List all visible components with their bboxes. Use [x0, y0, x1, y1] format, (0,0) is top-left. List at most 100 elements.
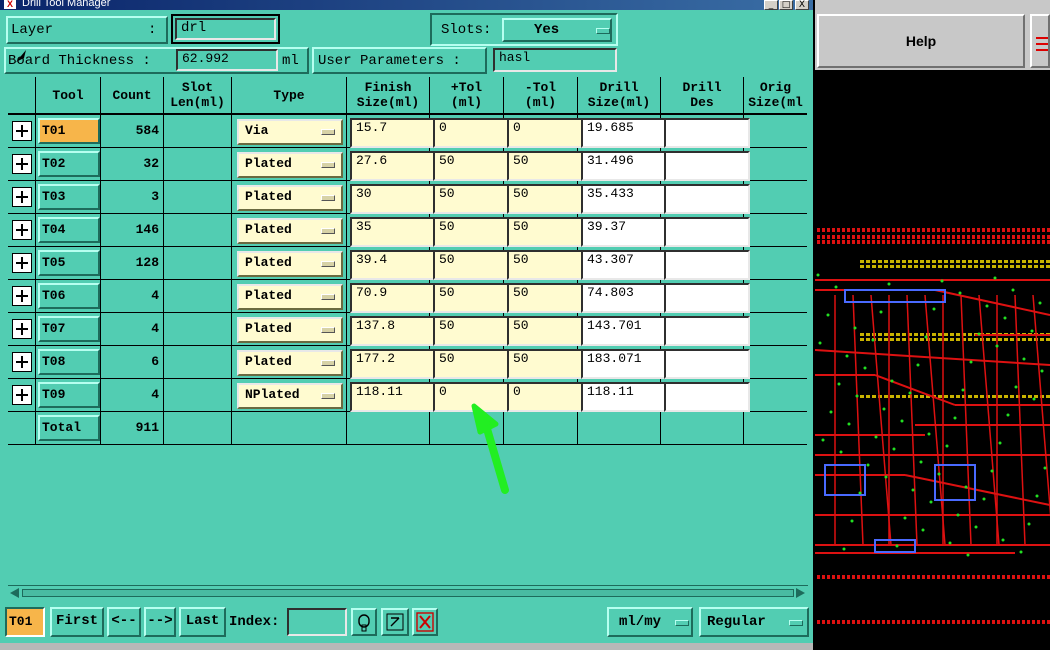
column-header[interactable]: Slot Len(ml) [164, 77, 231, 113]
drill-size-input[interactable]: 183.071 [581, 349, 666, 379]
drill-size-input[interactable]: 19.685 [581, 118, 666, 148]
horizontal-scrollbar[interactable] [8, 585, 808, 599]
expand-row-icon[interactable] [12, 121, 32, 141]
drill-des-input[interactable] [664, 184, 750, 214]
next-button[interactable]: --> [144, 607, 176, 637]
tool-button-t02[interactable]: T02 [38, 151, 100, 177]
layer-input[interactable]: drl [175, 18, 276, 40]
lock-button[interactable] [351, 608, 377, 636]
drill-des-input[interactable] [664, 283, 750, 313]
tool-button-t04[interactable]: T04 [38, 217, 100, 243]
plus-tol-input[interactable]: 0 [433, 118, 509, 148]
minus-tol-input[interactable]: 50 [507, 283, 583, 313]
first-button[interactable]: First [50, 607, 104, 637]
tool-type-dropdown[interactable]: Plated [237, 185, 343, 211]
expand-row-icon[interactable] [12, 253, 32, 273]
drill-des-input[interactable] [664, 349, 750, 379]
tool-type-dropdown[interactable]: Plated [237, 317, 343, 343]
tool-type-dropdown[interactable]: Via [237, 119, 343, 145]
column-header[interactable]: Tool [36, 77, 100, 113]
tool-button-t08[interactable]: T08 [38, 349, 100, 375]
finish-size-input[interactable]: 35 [350, 217, 436, 247]
scroll-right-icon[interactable] [796, 588, 805, 598]
plus-tol-input[interactable]: 50 [433, 283, 509, 313]
drill-des-input[interactable] [664, 118, 750, 148]
tool-button-t06[interactable]: T06 [38, 283, 100, 309]
drill-size-input[interactable]: 39.37 [581, 217, 666, 247]
finish-size-input[interactable]: 27.6 [350, 151, 436, 181]
tool-button-t05[interactable]: T05 [38, 250, 100, 276]
drill-des-input[interactable] [664, 316, 750, 346]
plus-tol-input[interactable]: 50 [433, 184, 509, 214]
finish-size-input[interactable]: 177.2 [350, 349, 436, 379]
close-button[interactable]: X [795, 0, 809, 10]
tool-button-t01[interactable]: T01 [38, 118, 100, 144]
expand-row-icon[interactable] [12, 385, 32, 405]
drill-size-input[interactable]: 143.701 [581, 316, 666, 346]
finish-size-input[interactable]: 39.4 [350, 250, 436, 280]
drill-size-input[interactable]: 74.803 [581, 283, 666, 313]
slots-dropdown[interactable]: Yes [502, 18, 612, 42]
board-thickness-input[interactable]: 62.992 [176, 49, 278, 71]
column-header[interactable]: Count [101, 77, 163, 113]
tool-type-dropdown[interactable]: NPlated [237, 383, 343, 409]
drill-des-input[interactable] [664, 250, 750, 280]
delete-button[interactable] [412, 608, 438, 636]
expand-row-icon[interactable] [12, 319, 32, 339]
expand-row-icon[interactable] [12, 352, 32, 372]
drill-des-input[interactable] [664, 217, 750, 247]
tool-type-dropdown[interactable]: Plated [237, 350, 343, 376]
plus-tol-input[interactable]: 50 [433, 349, 509, 379]
tool-button-t03[interactable]: T03 [38, 184, 100, 210]
tool-button-t07[interactable]: T07 [38, 316, 100, 342]
finish-size-input[interactable]: 70.9 [350, 283, 436, 313]
column-header[interactable]: Drill Des [661, 77, 743, 113]
drill-des-input[interactable] [664, 382, 750, 412]
finish-size-input[interactable]: 137.8 [350, 316, 436, 346]
menu-button[interactable] [1030, 14, 1050, 68]
tool-type-dropdown[interactable]: Plated [237, 251, 343, 277]
refresh-button[interactable] [381, 608, 409, 636]
layer-button[interactable]: Layer : [6, 16, 168, 44]
drill-size-input[interactable]: 118.11 [581, 382, 666, 412]
minus-tol-input[interactable]: 50 [507, 250, 583, 280]
maximize-button[interactable]: □ [779, 0, 793, 10]
index-input[interactable] [287, 608, 347, 636]
minus-tol-input[interactable]: 50 [507, 349, 583, 379]
previous-button[interactable]: <-- [107, 607, 141, 637]
drill-size-input[interactable]: 31.496 [581, 151, 666, 181]
expand-row-icon[interactable] [12, 286, 32, 306]
column-header[interactable]: -Tol (ml) [504, 77, 577, 113]
column-header[interactable]: Finish Size(ml) [347, 77, 429, 113]
finish-size-input[interactable]: 15.7 [350, 118, 436, 148]
tool-type-dropdown[interactable]: Plated [237, 152, 343, 178]
pcb-view-canvas[interactable] [815, 75, 1050, 650]
drill-size-input[interactable]: 35.433 [581, 184, 666, 214]
minimize-button[interactable]: _ [764, 0, 778, 10]
plus-tol-input[interactable]: 50 [433, 250, 509, 280]
tool-type-dropdown[interactable]: Plated [237, 284, 343, 310]
expand-row-icon[interactable] [12, 220, 32, 240]
finish-size-input[interactable]: 30 [350, 184, 436, 214]
tool-button-t09[interactable]: T09 [38, 382, 100, 408]
user-parameters-button[interactable]: User Parameters : [312, 47, 487, 74]
minus-tol-input[interactable]: 50 [507, 184, 583, 214]
mode-dropdown[interactable]: Regular [699, 607, 809, 637]
minus-tol-input[interactable]: 50 [507, 217, 583, 247]
finish-size-input[interactable]: 118.11 [350, 382, 436, 412]
scroll-left-icon[interactable] [10, 588, 19, 598]
drill-des-input[interactable] [664, 151, 750, 181]
column-header[interactable]: Orig Size(ml [744, 77, 807, 113]
drill-size-input[interactable]: 43.307 [581, 250, 666, 280]
minus-tol-input[interactable]: 50 [507, 316, 583, 346]
help-button[interactable]: Help [817, 14, 1025, 68]
column-header[interactable]: Drill Size(ml) [578, 77, 660, 113]
tool-type-dropdown[interactable]: Plated [237, 218, 343, 244]
plus-tol-input[interactable]: 50 [433, 217, 509, 247]
expand-row-icon[interactable] [12, 187, 32, 207]
units-dropdown[interactable]: ml/my [607, 607, 693, 637]
expand-row-icon[interactable] [12, 154, 32, 174]
column-header[interactable]: +Tol (ml) [430, 77, 503, 113]
plus-tol-input[interactable]: 50 [433, 151, 509, 181]
minus-tol-input[interactable]: 50 [507, 151, 583, 181]
